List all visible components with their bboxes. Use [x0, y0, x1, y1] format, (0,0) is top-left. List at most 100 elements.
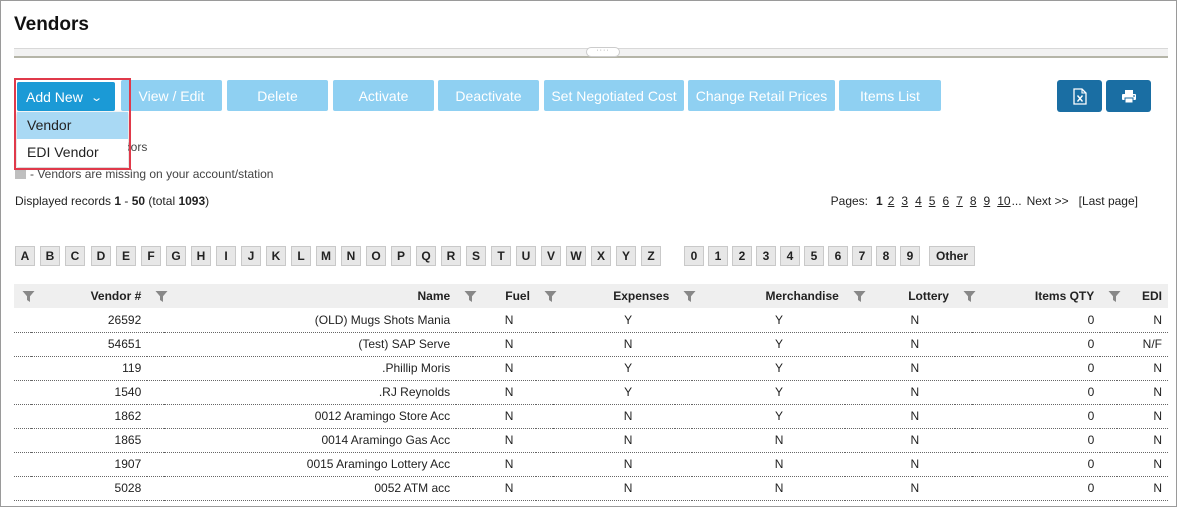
change-retail-prices-button[interactable]: Change Retail Prices [688, 80, 835, 111]
table-row[interactable]: 54651 (Test) SAP Serve N N Y N 0 N/F [14, 332, 1168, 357]
alpha-filter-0[interactable]: 0 [684, 246, 704, 266]
filter-funnel-icon [464, 290, 477, 303]
delete-button[interactable]: Delete [227, 80, 328, 111]
activate-button[interactable]: Activate [333, 80, 434, 111]
filter-items-qty-button[interactable] [954, 284, 976, 308]
filter-funnel-icon [683, 290, 696, 303]
table-row[interactable]: 1862 0012 Aramingo Store Acc N N Y N 0 N [14, 404, 1168, 429]
cell-expenses: Y [535, 380, 676, 405]
alpha-filter-u[interactable]: U [516, 246, 536, 266]
filter-vendor-number-button[interactable] [14, 284, 35, 308]
column-header-expenses[interactable]: Expenses [553, 284, 676, 308]
alpha-filter-z[interactable]: Z [641, 246, 661, 266]
alpha-filter-l[interactable]: L [291, 246, 311, 266]
filter-expenses-button[interactable] [535, 284, 557, 308]
cell-vendor-number: 5028 [14, 476, 148, 501]
splitter-grip-icon[interactable]: ···· [586, 47, 620, 57]
alpha-filter-t[interactable]: T [491, 246, 511, 266]
table-row[interactable]: 1540 .RJ Reynolds N Y Y N 0 N [14, 380, 1168, 405]
cell-merchandise: N [675, 452, 845, 477]
column-header-items-qty[interactable]: Items QTY [972, 284, 1101, 308]
cell-vendor-number: 119 [14, 356, 148, 381]
set-negotiated-cost-button[interactable]: Set Negotiated Cost [544, 80, 684, 111]
cell-edi: N [1100, 380, 1168, 405]
alpha-filter-i[interactable]: I [216, 246, 236, 266]
filter-funnel-icon [155, 290, 168, 303]
alpha-filter-n[interactable]: N [341, 246, 361, 266]
filter-edi-button[interactable] [1100, 284, 1121, 308]
records-info: Displayed records 1 - 50 (total 1093) [15, 194, 209, 208]
filter-name-button[interactable] [147, 284, 168, 308]
alpha-filter-f[interactable]: F [141, 246, 161, 266]
page-link[interactable]: 7 [956, 194, 963, 208]
column-header-fuel[interactable]: Fuel [473, 284, 536, 308]
alpha-filter-r[interactable]: R [441, 246, 461, 266]
alpha-filter-s[interactable]: S [466, 246, 486, 266]
page-link[interactable]: 3 [901, 194, 908, 208]
page-link[interactable]: 5 [929, 194, 936, 208]
alpha-filter-p[interactable]: P [391, 246, 411, 266]
alpha-filter-g[interactable]: G [166, 246, 186, 266]
page-link[interactable]: 9 [984, 194, 991, 208]
print-button[interactable] [1106, 80, 1151, 112]
cell-vendor-number: 54651 [14, 332, 148, 357]
column-header-vendor-number[interactable]: Vendor # [31, 284, 148, 308]
next-page-link[interactable]: Next >> [1027, 194, 1069, 208]
items-list-button[interactable]: Items List [839, 80, 941, 111]
column-header-lottery[interactable]: Lottery [862, 284, 955, 308]
cell-vendor-number: 1540 [14, 380, 148, 405]
page-link[interactable]: 2 [888, 194, 895, 208]
alpha-filter-8[interactable]: 8 [876, 246, 896, 266]
page-link[interactable]: 6 [942, 194, 949, 208]
alpha-filter-1[interactable]: 1 [708, 246, 728, 266]
alpha-filter-6[interactable]: 6 [828, 246, 848, 266]
alpha-filter-o[interactable]: O [366, 246, 386, 266]
alpha-filter-h[interactable]: H [191, 246, 211, 266]
alpha-filter-2[interactable]: 2 [732, 246, 752, 266]
pages-ellipsis: ... [1011, 194, 1022, 208]
alpha-filter-x[interactable]: X [591, 246, 611, 266]
page-link[interactable]: 10 [997, 194, 1010, 208]
deactivate-button[interactable]: Deactivate [438, 80, 539, 111]
cell-items-qty: 0 [954, 308, 1101, 333]
column-header-edi[interactable]: EDI [1117, 284, 1168, 308]
filter-fuel-button[interactable] [456, 284, 477, 308]
page-link[interactable]: 8 [970, 194, 977, 208]
view-edit-button[interactable]: View / Edit [121, 80, 222, 111]
alpha-filter-j[interactable]: J [241, 246, 261, 266]
column-header-name[interactable]: Name [164, 284, 457, 308]
alpha-filter-m[interactable]: M [316, 246, 336, 266]
alpha-filter-q[interactable]: Q [416, 246, 436, 266]
pages-label: Pages: [830, 194, 869, 208]
alpha-filter-9[interactable]: 9 [900, 246, 920, 266]
alpha-filter-y[interactable]: Y [616, 246, 636, 266]
records-total: 1093 [178, 194, 206, 208]
alpha-filter-w[interactable]: W [566, 246, 586, 266]
table-row[interactable]: 1907 0015 Aramingo Lottery Acc N N N N 0 N [14, 452, 1168, 477]
table-row[interactable]: 1865 0014 Aramingo Gas Acc N N N N 0 N [14, 428, 1168, 453]
panel-splitter[interactable]: ···· [14, 47, 1168, 58]
alpha-filter-v[interactable]: V [541, 246, 561, 266]
table-row[interactable]: 5028 0052 ATM acc N N N N 0 N [14, 476, 1168, 501]
last-page-link[interactable]: [Last page] [1079, 194, 1138, 208]
alpha-filter-e[interactable]: E [116, 246, 136, 266]
alpha-filter-k[interactable]: K [266, 246, 286, 266]
alpha-filter-7[interactable]: 7 [852, 246, 872, 266]
page-link[interactable]: 4 [915, 194, 922, 208]
alpha-filter-c[interactable]: C [65, 246, 85, 266]
cell-edi: N [1100, 308, 1168, 333]
alpha-filter-other[interactable]: Other [929, 246, 975, 266]
alpha-filter-b[interactable]: B [40, 246, 60, 266]
column-header-merchandise[interactable]: Merchandise [692, 284, 845, 308]
alpha-filter-4[interactable]: 4 [780, 246, 800, 266]
filter-lottery-button[interactable] [844, 284, 866, 308]
filter-funnel-icon [963, 290, 976, 303]
alpha-filter-a[interactable]: A [15, 246, 35, 266]
table-row[interactable]: 26592 (OLD) Mugs Shots Mania N Y Y N 0 N [14, 308, 1168, 333]
table-row[interactable]: 119 .Phillip Moris N Y Y N 0 N [14, 356, 1168, 381]
alpha-filter-3[interactable]: 3 [756, 246, 776, 266]
excel-export-button[interactable] [1057, 80, 1102, 112]
alpha-filter-5[interactable]: 5 [804, 246, 824, 266]
filter-merchandise-button[interactable] [675, 284, 696, 308]
alpha-filter-d[interactable]: D [91, 246, 111, 266]
